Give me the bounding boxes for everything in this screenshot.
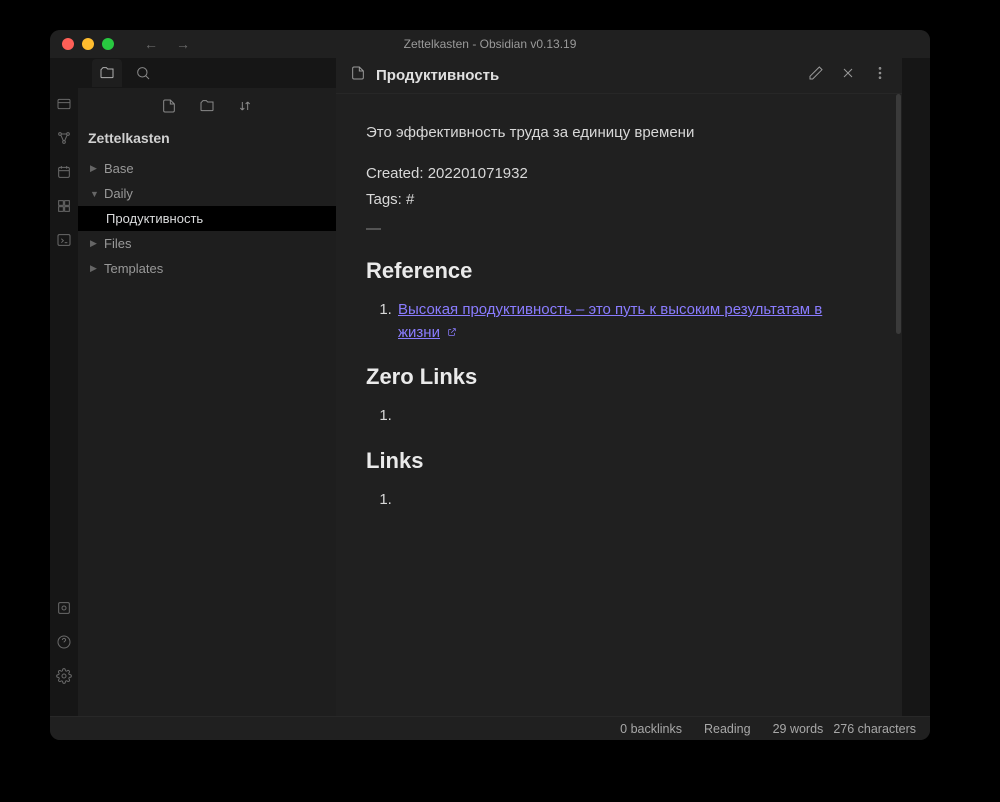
nav-arrows: ← →: [144, 36, 190, 52]
close-icon[interactable]: [840, 65, 856, 86]
note-header-actions: [808, 65, 888, 86]
separator: —: [366, 218, 864, 241]
note-tab-header: Продуктивность: [336, 58, 902, 94]
app-window: ← → Zettelkasten - Obsidian v0.13.19 ‹ ‹: [50, 30, 930, 740]
note-title: Продуктивность: [376, 67, 798, 84]
note-body-wrap: Это эффективность труда за единицу време…: [336, 94, 902, 716]
sidebar-tabs: [78, 58, 336, 88]
window-title: Zettelkasten - Obsidian v0.13.19: [404, 37, 577, 51]
quick-switcher-icon[interactable]: [56, 96, 72, 112]
graph-view-icon[interactable]: [56, 130, 72, 146]
zero-links-list: [366, 405, 864, 428]
window-minimize-button[interactable]: [82, 38, 94, 50]
window-close-button[interactable]: [62, 38, 74, 50]
settings-icon[interactable]: [56, 668, 72, 684]
heading-zero-links: Zero Links: [366, 360, 864, 393]
app-body: ‹ ‹: [50, 58, 930, 716]
ribbon-right: [902, 58, 930, 716]
note-tags: Tags: #: [366, 189, 864, 212]
tree-label: Base: [104, 161, 134, 176]
reference-link[interactable]: Высокая продуктивность – это путь к высо…: [398, 301, 822, 341]
file-tree: ▶ Base ▼ Daily Продуктивность ▶ Files ▶ …: [78, 156, 336, 716]
links-list: [366, 489, 864, 512]
editor-pane: Продуктивность Это эффективность труда з…: [336, 58, 902, 716]
status-wordcount: 29 words 276 characters: [773, 722, 916, 736]
sidebar-action-bar: [78, 88, 336, 128]
note-content[interactable]: Это эффективность труда за единицу време…: [336, 94, 894, 716]
search-tab[interactable]: [128, 59, 158, 87]
tree-folder-daily[interactable]: ▼ Daily: [78, 181, 336, 206]
more-icon[interactable]: [872, 65, 888, 86]
list-item: [396, 405, 864, 428]
tree-folder-files[interactable]: ▶ Files: [78, 231, 336, 256]
caret-down-icon: ▼: [90, 189, 98, 199]
external-link-icon: [447, 322, 457, 332]
traffic-lights: [62, 38, 114, 50]
sort-icon[interactable]: [237, 98, 253, 119]
scroll-thumb[interactable]: [896, 94, 901, 334]
nav-forward-icon[interactable]: →: [176, 36, 190, 52]
caret-right-icon: ▶: [90, 163, 98, 174]
help-icon[interactable]: [56, 634, 72, 650]
edit-icon[interactable]: [808, 65, 824, 86]
caret-right-icon: ▶: [90, 238, 98, 249]
tree-label: Templates: [104, 261, 163, 276]
reference-item: Высокая продуктивность – это путь к высо…: [396, 299, 864, 344]
nav-back-icon[interactable]: ←: [144, 36, 158, 52]
tree-file-productivity[interactable]: Продуктивность: [78, 206, 336, 231]
note-created: Created: 202201071932: [366, 163, 864, 186]
tree-folder-templates[interactable]: ▶ Templates: [78, 256, 336, 281]
document-icon: [350, 65, 366, 86]
status-backlinks[interactable]: 0 backlinks: [620, 722, 682, 736]
window-maximize-button[interactable]: [102, 38, 114, 50]
file-explorer: Zettelkasten ▶ Base ▼ Daily Продуктивнос…: [78, 58, 336, 716]
scrollbar[interactable]: [894, 94, 902, 716]
tree-folder-base[interactable]: ▶ Base: [78, 156, 336, 181]
command-palette-icon[interactable]: [56, 232, 72, 248]
tree-label: Daily: [104, 186, 133, 201]
files-tab[interactable]: [92, 59, 122, 87]
caret-right-icon: ▶: [90, 263, 98, 274]
reference-list: Высокая продуктивность – это путь к высо…: [366, 299, 864, 344]
heading-reference: Reference: [366, 254, 864, 287]
vault-name: Zettelkasten: [78, 128, 336, 156]
new-note-icon[interactable]: [161, 98, 177, 119]
ribbon-left: [50, 58, 78, 716]
tree-label: Продуктивность: [106, 211, 203, 226]
titlebar: ← → Zettelkasten - Obsidian v0.13.19: [50, 30, 930, 58]
vault-icon[interactable]: [56, 600, 72, 616]
template-icon[interactable]: [56, 198, 72, 214]
note-description: Это эффективность труда за единицу време…: [366, 122, 864, 145]
status-mode[interactable]: Reading: [704, 722, 751, 736]
tree-label: Files: [104, 236, 131, 251]
heading-links: Links: [366, 444, 864, 477]
new-folder-icon[interactable]: [199, 98, 215, 119]
status-bar: 0 backlinks Reading 29 words 276 charact…: [50, 716, 930, 740]
list-item: [396, 489, 864, 512]
daily-note-icon[interactable]: [56, 164, 72, 180]
